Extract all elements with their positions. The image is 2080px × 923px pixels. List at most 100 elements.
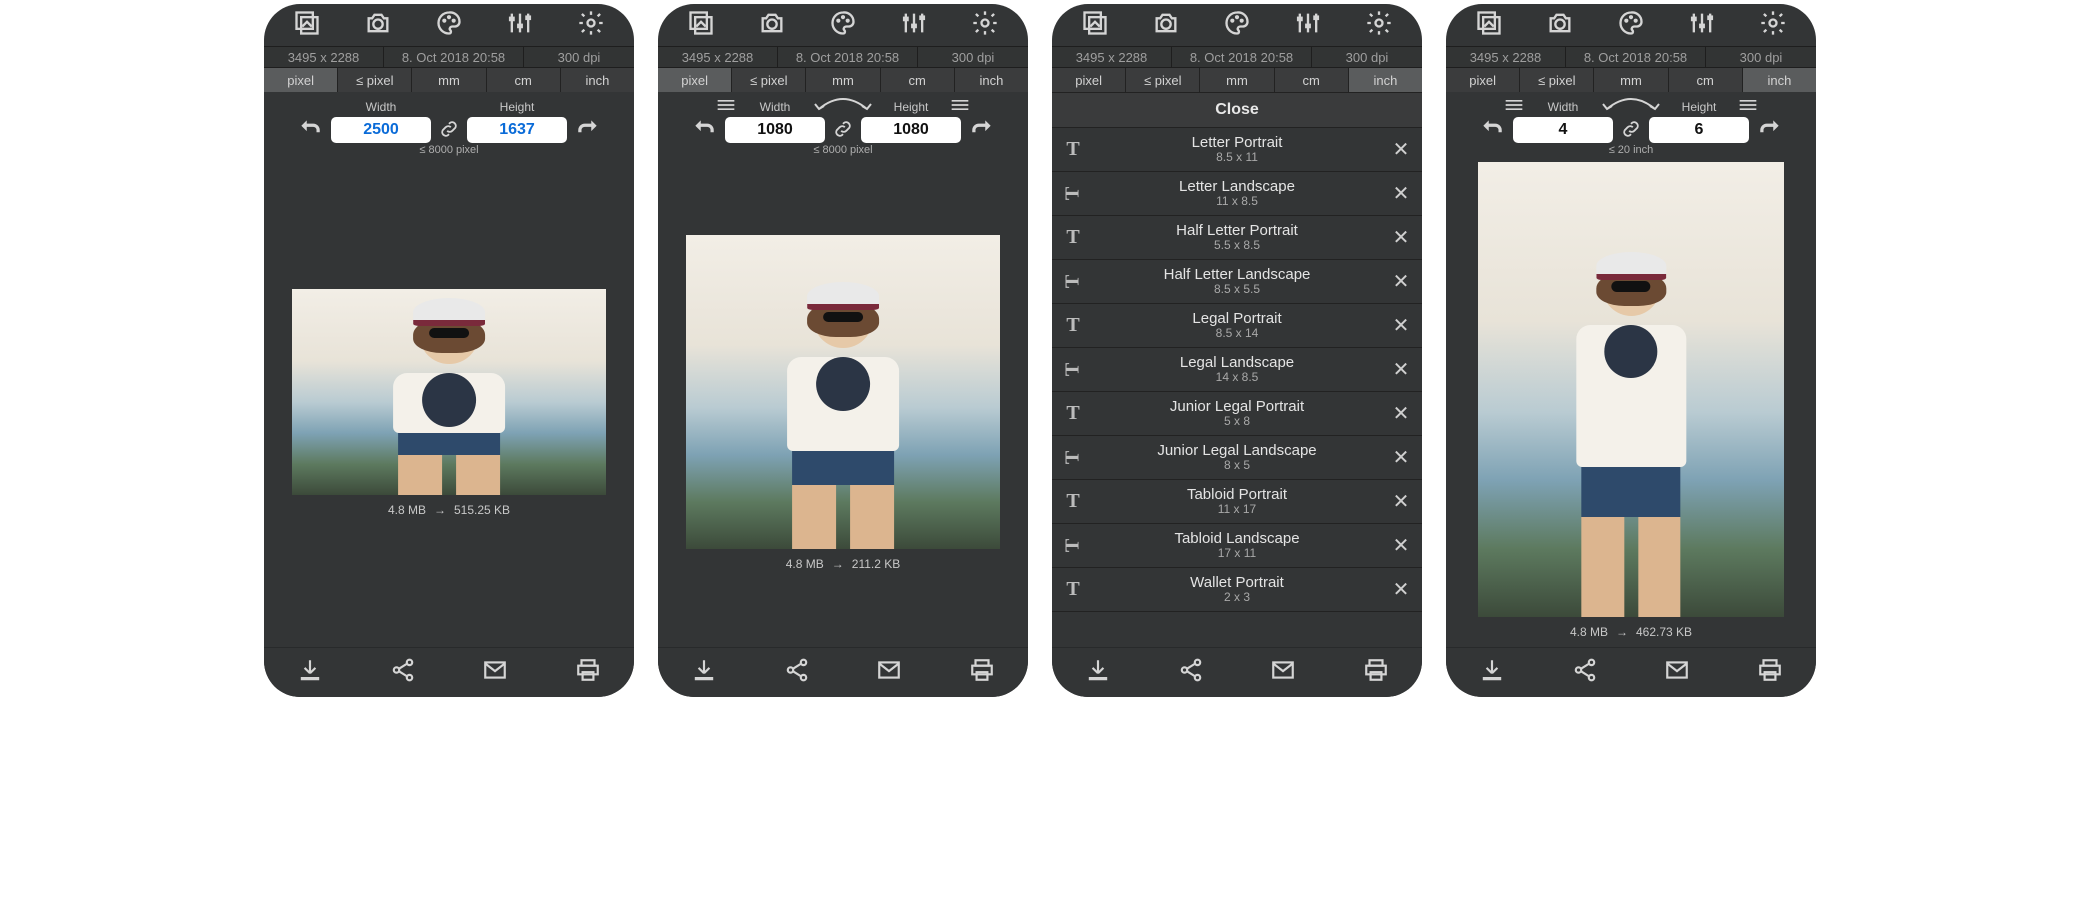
- gear-icon[interactable]: [1365, 9, 1393, 42]
- print-icon[interactable]: [1363, 657, 1389, 688]
- preview-image[interactable]: [1478, 162, 1784, 617]
- undo-icon[interactable]: [295, 116, 325, 142]
- sliders-icon[interactable]: [1294, 9, 1322, 42]
- link-aspect-icon[interactable]: [831, 117, 855, 141]
- preset-row[interactable]: TLetter Portrait8.5 x 11✕: [1052, 128, 1422, 172]
- preset-menu-left-icon[interactable]: [716, 98, 736, 117]
- gear-icon[interactable]: [971, 9, 999, 42]
- delete-preset-icon[interactable]: ✕: [1380, 445, 1422, 470]
- camera-icon[interactable]: [758, 9, 786, 42]
- undo-icon[interactable]: [1477, 116, 1507, 142]
- preset-row[interactable]: TLetter Landscape11 x 8.5✕: [1052, 172, 1422, 216]
- redo-icon[interactable]: [967, 116, 997, 142]
- preset-row[interactable]: TJunior Legal Portrait5 x 8✕: [1052, 392, 1422, 436]
- swap-dimensions-icon[interactable]: [813, 95, 873, 111]
- delete-preset-icon[interactable]: ✕: [1380, 137, 1422, 162]
- download-icon[interactable]: [297, 657, 323, 688]
- delete-preset-icon[interactable]: ✕: [1380, 313, 1422, 338]
- preset-row[interactable]: TJunior Legal Landscape8 x 5✕: [1052, 436, 1422, 480]
- mail-icon[interactable]: [876, 657, 902, 688]
- width-input[interactable]: 2500: [331, 117, 431, 143]
- library-icon[interactable]: [293, 9, 321, 42]
- close-button[interactable]: Close: [1052, 92, 1422, 128]
- unit-lepixel[interactable]: ≤ pixel: [732, 68, 806, 92]
- height-input[interactable]: 6: [1649, 117, 1749, 143]
- delete-preset-icon[interactable]: ✕: [1380, 269, 1422, 294]
- gear-icon[interactable]: [1759, 9, 1787, 42]
- delete-preset-icon[interactable]: ✕: [1380, 181, 1422, 206]
- redo-icon[interactable]: [1755, 116, 1785, 142]
- delete-preset-icon[interactable]: ✕: [1380, 225, 1422, 250]
- download-icon[interactable]: [691, 657, 717, 688]
- unit-inch[interactable]: inch: [561, 68, 634, 92]
- gear-icon[interactable]: [577, 9, 605, 42]
- share-icon[interactable]: [1178, 657, 1204, 688]
- delete-preset-icon[interactable]: ✕: [1380, 401, 1422, 426]
- width-input[interactable]: 4: [1513, 117, 1613, 143]
- palette-icon[interactable]: [435, 9, 463, 42]
- delete-preset-icon[interactable]: ✕: [1380, 357, 1422, 382]
- download-icon[interactable]: [1085, 657, 1111, 688]
- unit-mm[interactable]: mm: [806, 68, 880, 92]
- unit-pixel[interactable]: pixel: [1052, 68, 1126, 92]
- print-icon[interactable]: [1757, 657, 1783, 688]
- library-icon[interactable]: [1081, 9, 1109, 42]
- palette-icon[interactable]: [1617, 9, 1645, 42]
- redo-icon[interactable]: [573, 116, 603, 142]
- preset-row[interactable]: THalf Letter Portrait5.5 x 8.5✕: [1052, 216, 1422, 260]
- width-input[interactable]: 1080: [725, 117, 825, 143]
- unit-pixel[interactable]: pixel: [264, 68, 338, 92]
- library-icon[interactable]: [687, 9, 715, 42]
- preset-row[interactable]: TLegal Portrait8.5 x 14✕: [1052, 304, 1422, 348]
- preset-row[interactable]: TTabloid Portrait11 x 17✕: [1052, 480, 1422, 524]
- unit-cm[interactable]: cm: [487, 68, 561, 92]
- delete-preset-icon[interactable]: ✕: [1380, 577, 1422, 602]
- print-icon[interactable]: [575, 657, 601, 688]
- preset-menu-right-icon[interactable]: [950, 98, 970, 117]
- unit-pixel[interactable]: pixel: [1446, 68, 1520, 92]
- mail-icon[interactable]: [482, 657, 508, 688]
- unit-lepixel[interactable]: ≤ pixel: [338, 68, 412, 92]
- preview-image[interactable]: [292, 289, 606, 495]
- unit-pixel[interactable]: pixel: [658, 68, 732, 92]
- share-icon[interactable]: [784, 657, 810, 688]
- delete-preset-icon[interactable]: ✕: [1380, 489, 1422, 514]
- share-icon[interactable]: [390, 657, 416, 688]
- unit-inch[interactable]: inch: [955, 68, 1028, 92]
- print-icon[interactable]: [969, 657, 995, 688]
- height-input[interactable]: 1637: [467, 117, 567, 143]
- preset-menu-left-icon[interactable]: [1504, 98, 1524, 117]
- sliders-icon[interactable]: [900, 9, 928, 42]
- unit-inch[interactable]: inch: [1743, 68, 1816, 92]
- library-icon[interactable]: [1475, 9, 1503, 42]
- camera-icon[interactable]: [1152, 9, 1180, 42]
- unit-lepixel[interactable]: ≤ pixel: [1126, 68, 1200, 92]
- sliders-icon[interactable]: [1688, 9, 1716, 42]
- camera-icon[interactable]: [364, 9, 392, 42]
- preset-row[interactable]: TWallet Portrait2 x 3✕: [1052, 568, 1422, 612]
- unit-mm[interactable]: mm: [1594, 68, 1668, 92]
- camera-icon[interactable]: [1546, 9, 1574, 42]
- sliders-icon[interactable]: [506, 9, 534, 42]
- unit-inch[interactable]: inch: [1349, 68, 1422, 92]
- unit-cm[interactable]: cm: [1669, 68, 1743, 92]
- undo-icon[interactable]: [689, 116, 719, 142]
- mail-icon[interactable]: [1270, 657, 1296, 688]
- unit-lepixel[interactable]: ≤ pixel: [1520, 68, 1594, 92]
- share-icon[interactable]: [1572, 657, 1598, 688]
- download-icon[interactable]: [1479, 657, 1505, 688]
- unit-mm[interactable]: mm: [1200, 68, 1274, 92]
- palette-icon[interactable]: [1223, 9, 1251, 42]
- link-aspect-icon[interactable]: [437, 117, 461, 141]
- link-aspect-icon[interactable]: [1619, 117, 1643, 141]
- height-input[interactable]: 1080: [861, 117, 961, 143]
- preset-row[interactable]: TLegal Landscape14 x 8.5✕: [1052, 348, 1422, 392]
- palette-icon[interactable]: [829, 9, 857, 42]
- mail-icon[interactable]: [1664, 657, 1690, 688]
- preview-image[interactable]: [686, 235, 1000, 549]
- preset-row[interactable]: TTabloid Landscape17 x 11✕: [1052, 524, 1422, 568]
- delete-preset-icon[interactable]: ✕: [1380, 533, 1422, 558]
- unit-cm[interactable]: cm: [881, 68, 955, 92]
- preset-row[interactable]: THalf Letter Landscape8.5 x 5.5✕: [1052, 260, 1422, 304]
- swap-dimensions-icon[interactable]: [1601, 95, 1661, 111]
